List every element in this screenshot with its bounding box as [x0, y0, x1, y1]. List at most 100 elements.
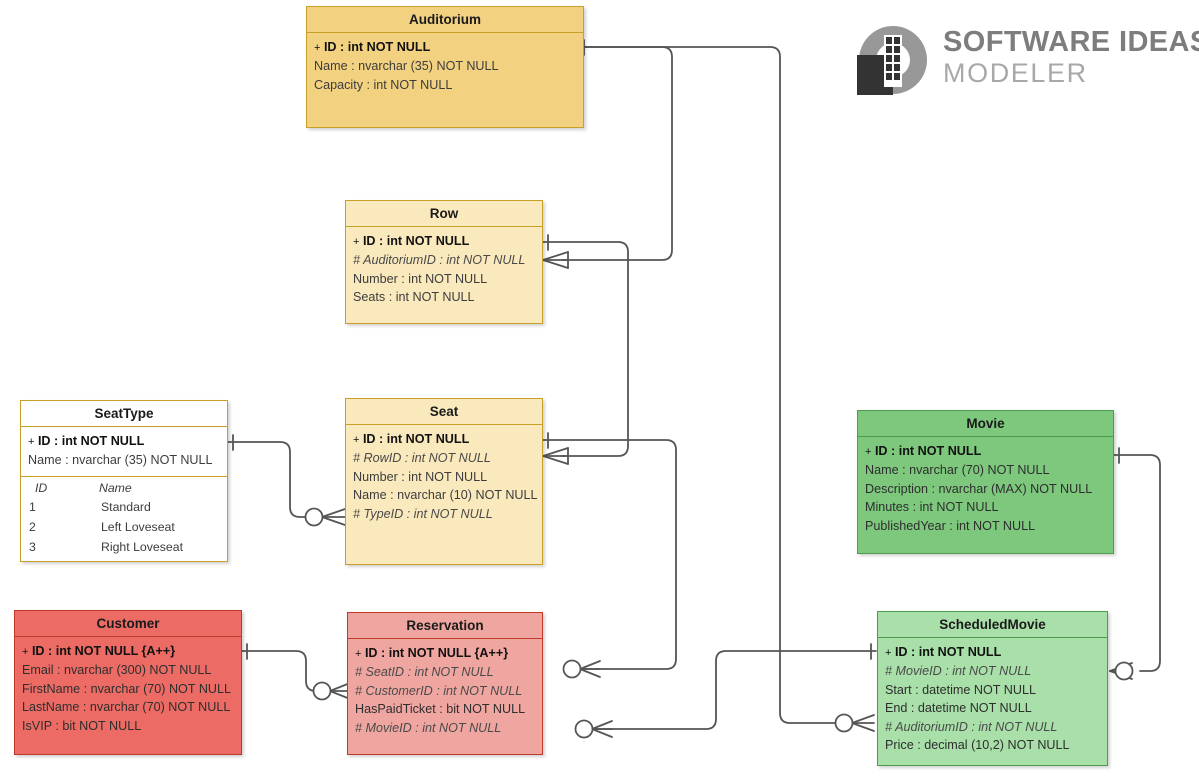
- card-zero-circle-scheduledmovie-auditoriumid: [834, 713, 854, 733]
- data-table-column-header: ID: [35, 480, 48, 495]
- attribute-row: + ID : int NOT NULL {A++}: [22, 642, 234, 661]
- attribute-visibility: #: [355, 720, 363, 735]
- attribute-visibility: #: [355, 665, 363, 680]
- attribute-text: Name : nvarchar (35) NOT NULL: [314, 59, 499, 74]
- attribute-row: # AuditoriumID : int NOT NULL: [885, 718, 1100, 736]
- attribute-text: AuditoriumID : int NOT NULL: [895, 719, 1058, 734]
- data-table-column-header: Name: [98, 480, 132, 495]
- card-zeroormany-seat-typeid: [321, 508, 346, 526]
- attribute-row: Name : nvarchar (35) NOT NULL: [314, 57, 576, 75]
- attribute-text: ID : int NOT NULL {A++}: [31, 644, 176, 658]
- data-table-cell: Standard: [100, 499, 151, 514]
- attribute-visibility: +: [353, 236, 360, 248]
- attribute-text: CustomerID : int NOT NULL: [365, 683, 523, 698]
- attribute-row: + ID : int NOT NULL: [353, 430, 535, 449]
- attribute-text: Seats : int NOT NULL: [353, 290, 475, 305]
- entity-title: Customer: [15, 611, 241, 637]
- attribute-text: ID : int NOT NULL: [894, 645, 1002, 659]
- attribute-visibility: #: [355, 683, 363, 698]
- attribute-text: Name : nvarchar (70) NOT NULL: [865, 463, 1050, 478]
- logo-line-1: SOFTWARE IDEAS: [943, 26, 1199, 58]
- card-zeroormany-reservation-movieid: [591, 720, 613, 738]
- attribute-text: Number : int NOT NULL: [353, 469, 488, 484]
- entity-row[interactable]: Row + ID : int NOT NULL # AuditoriumID : i…: [345, 200, 543, 324]
- attribute-visibility: +: [22, 646, 29, 658]
- data-table-header-row: ID Name: [27, 480, 221, 497]
- attribute-row: + ID : int NOT NULL {A++}: [355, 644, 535, 663]
- diagram-canvas[interactable]: Auditorium + ID : int NOT NULL Name : nvar…: [0, 0, 1199, 777]
- attribute-row: # MovieID : int NOT NULL: [885, 662, 1100, 680]
- attribute-visibility: #: [353, 451, 361, 466]
- attribute-row: # CustomerID : int NOT NULL: [355, 682, 535, 700]
- attribute-visibility: +: [314, 42, 321, 54]
- data-table-row: 1 Standard: [27, 497, 221, 517]
- rel-row-seat: [542, 241, 629, 457]
- card-zero-circle-reservation-customerid: [312, 681, 332, 701]
- rel-customer-reservation: [241, 650, 323, 692]
- attribute-row: Price : decimal (10,2) NOT NULL: [885, 736, 1100, 754]
- attribute-row: # MovieID : int NOT NULL: [355, 719, 535, 737]
- entity-seat[interactable]: Seat + ID : int NOT NULL # RowID : int NOT…: [345, 398, 543, 565]
- attribute-text: RowID : int NOT NULL: [363, 451, 491, 466]
- attribute-row: + ID : int NOT NULL: [314, 38, 576, 57]
- attribute-list: + ID : int NOT NULL # AuditoriumID : int …: [346, 227, 542, 313]
- attribute-list: + ID : int NOT NULL {A++} Email : nvarcha…: [15, 637, 241, 741]
- attribute-row: # RowID : int NOT NULL: [353, 449, 535, 467]
- rel-scheduledmovie-reservation: [591, 650, 877, 730]
- attribute-row: Seats : int NOT NULL: [353, 288, 535, 306]
- attribute-text: Minutes : int NOT NULL: [865, 500, 999, 515]
- attribute-text: Capacity : int NOT NULL: [314, 77, 453, 92]
- attribute-text: Price : decimal (10,2) NOT NULL: [885, 738, 1070, 753]
- logo-wordmark: SOFTWARE IDEAS MODELER: [943, 26, 1199, 88]
- attribute-text: Start : datetime NOT NULL: [885, 682, 1036, 697]
- entity-title: Seat: [346, 399, 542, 425]
- attribute-text: Email : nvarchar (300) NOT NULL: [22, 663, 212, 678]
- card-zero-circle-scheduledmovie-movieid: [1114, 661, 1134, 681]
- attribute-list: + ID : int NOT NULL # RowID : int NOT NUL…: [346, 425, 542, 529]
- attribute-text: LastName : nvarchar (70) NOT NULL: [22, 700, 231, 715]
- attribute-text: AuditoriumID : int NOT NULL: [363, 253, 526, 268]
- entity-movie[interactable]: Movie + ID : int NOT NULL Name : nvarchar …: [857, 410, 1114, 554]
- card-zero-circle-reservation-movieid: [574, 719, 594, 739]
- entity-title: Row: [346, 201, 542, 227]
- attribute-row: # AuditoriumID : int NOT NULL: [353, 251, 535, 269]
- attribute-row: Number : int NOT NULL: [353, 270, 535, 288]
- entity-title: Auditorium: [307, 7, 583, 33]
- attribute-text: HasPaidTicket : bit NOT NULL: [355, 702, 526, 717]
- attribute-text: Description : nvarchar (MAX) NOT NULL: [865, 481, 1093, 496]
- attribute-row: Description : nvarchar (MAX) NOT NULL: [865, 480, 1106, 498]
- data-table-cell: 2: [29, 519, 36, 534]
- attribute-text: FirstName : nvarchar (70) NOT NULL: [22, 681, 232, 696]
- attribute-visibility: +: [353, 434, 360, 446]
- entity-seattype[interactable]: SeatType + ID : int NOT NULL Name : nvarch…: [20, 400, 228, 562]
- card-many-row-auditoriumid: [542, 251, 569, 269]
- entity-reservation[interactable]: Reservation + ID : int NOT NULL {A++} # Se…: [347, 612, 543, 755]
- attribute-text: ID : int NOT NULL: [874, 444, 982, 458]
- card-many-seat-rowid: [542, 447, 569, 465]
- entity-title: Reservation: [348, 613, 542, 639]
- attribute-row: + ID : int NOT NULL: [865, 442, 1106, 461]
- card-zeroormany-reservation-seatid: [579, 660, 601, 678]
- attribute-list: + ID : int NOT NULL Name : nvarchar (35) …: [307, 33, 583, 100]
- attribute-row: PublishedYear : int NOT NULL: [865, 517, 1106, 535]
- entity-scheduledmovie[interactable]: ScheduledMovie + ID : int NOT NULL # Movie…: [877, 611, 1108, 766]
- attribute-row: IsVIP : bit NOT NULL: [22, 717, 234, 735]
- entity-auditorium[interactable]: Auditorium + ID : int NOT NULL Name : nvar…: [306, 6, 584, 128]
- attribute-text: Name : nvarchar (35) NOT NULL: [28, 453, 213, 468]
- attribute-text: ID : int NOT NULL: [362, 432, 470, 446]
- attribute-row: Capacity : int NOT NULL: [314, 76, 576, 94]
- attribute-text: ID : int NOT NULL: [37, 434, 145, 448]
- attribute-text: TypeID : int NOT NULL: [363, 506, 493, 521]
- entity-title: SeatType: [21, 401, 227, 427]
- rel-seattype-seat: [227, 441, 307, 518]
- data-table-row: 3 Right Loveseat: [27, 537, 221, 557]
- attribute-row: # TypeID : int NOT NULL: [353, 505, 535, 523]
- attribute-text: MovieID : int NOT NULL: [365, 720, 502, 735]
- attribute-row: + ID : int NOT NULL: [28, 432, 220, 451]
- attribute-list: + ID : int NOT NULL {A++} # SeatID : int …: [348, 639, 542, 743]
- attribute-row: End : datetime NOT NULL: [885, 699, 1100, 717]
- attribute-text: ID : int NOT NULL: [362, 234, 470, 248]
- rel-auditorium-scheduledmovie: [583, 46, 837, 724]
- entity-customer[interactable]: Customer + ID : int NOT NULL {A++} Email :…: [14, 610, 242, 755]
- attribute-visibility: #: [885, 664, 893, 679]
